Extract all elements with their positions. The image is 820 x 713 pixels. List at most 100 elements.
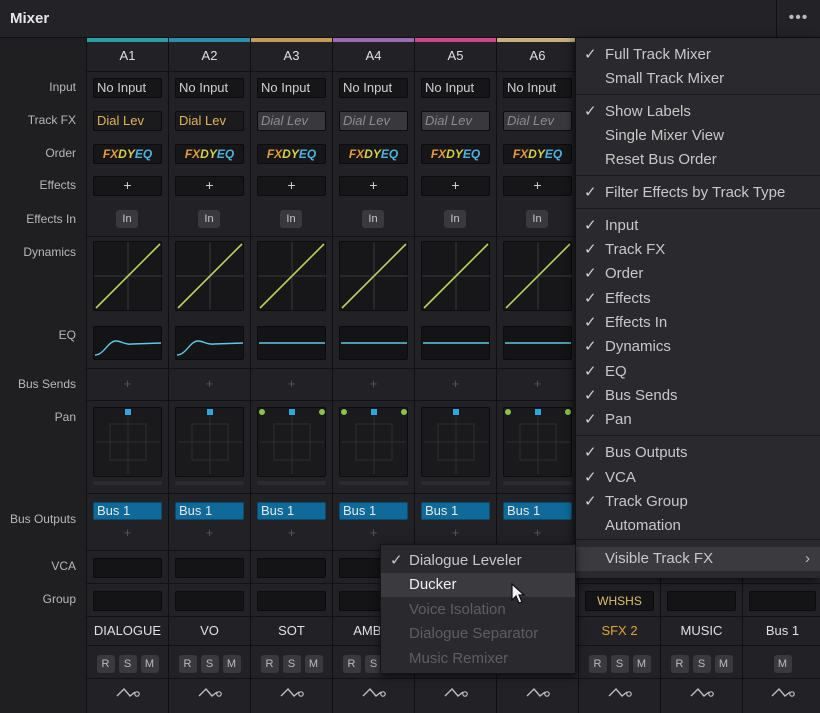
track-name-label[interactable]: SOT bbox=[251, 623, 332, 638]
add-bus-send-button[interactable]: + bbox=[87, 376, 168, 391]
track-fx-slot[interactable]: Dial Lev bbox=[175, 111, 244, 131]
menu-item[interactable]: ✓ Show Labels bbox=[576, 100, 820, 124]
add-bus-send-button[interactable]: + bbox=[497, 376, 578, 391]
dynamics-graph[interactable] bbox=[421, 241, 490, 311]
automation-icon[interactable] bbox=[87, 686, 168, 705]
track-fx-slot[interactable]: Dial Lev bbox=[503, 111, 572, 131]
mute-button[interactable]: M bbox=[632, 655, 651, 673]
processing-order-button[interactable]: FXDYEQ bbox=[93, 144, 162, 164]
pan-control[interactable] bbox=[421, 407, 490, 477]
vca-assign[interactable] bbox=[257, 558, 326, 578]
add-bus-output-button[interactable]: + bbox=[251, 525, 332, 540]
menu-item[interactable]: ✓ Pan bbox=[576, 408, 820, 432]
automation-icon[interactable] bbox=[333, 686, 414, 705]
menu-item[interactable]: ✓ Filter Effects by Track Type bbox=[576, 181, 820, 205]
bus-output-assign[interactable]: Bus 1 bbox=[257, 502, 326, 520]
menu-item[interactable]: ✓ Track Group bbox=[576, 490, 820, 514]
effects-in-button[interactable]: In bbox=[444, 210, 466, 228]
dynamics-graph[interactable] bbox=[503, 241, 572, 311]
track-group-assign[interactable] bbox=[175, 591, 244, 611]
effects-in-button[interactable]: In bbox=[198, 210, 220, 228]
add-bus-output-button[interactable]: + bbox=[415, 525, 496, 540]
menu-item[interactable]: ✓ Bus Outputs bbox=[576, 441, 820, 465]
dynamics-graph[interactable] bbox=[339, 241, 408, 311]
mute-button[interactable]: M bbox=[773, 655, 792, 673]
add-bus-send-button[interactable]: + bbox=[251, 376, 332, 391]
mute-button[interactable]: M bbox=[222, 655, 241, 673]
add-bus-send-button[interactable]: + bbox=[333, 376, 414, 391]
menu-item[interactable]: ✓ Effects In bbox=[576, 311, 820, 335]
processing-order-button[interactable]: FXDYEQ bbox=[257, 144, 326, 164]
processing-order-button[interactable]: FXDYEQ bbox=[503, 144, 572, 164]
menu-item[interactable]: ✓ Bus Sends bbox=[576, 384, 820, 408]
add-bus-output-button[interactable]: + bbox=[87, 525, 168, 540]
automation-icon[interactable] bbox=[169, 686, 250, 705]
menu-item[interactable]: Reset Bus Order bbox=[576, 148, 820, 172]
automation-icon[interactable] bbox=[579, 686, 660, 705]
automation-icon[interactable] bbox=[251, 686, 332, 705]
eq-graph[interactable] bbox=[421, 326, 490, 360]
pan-spread-bar[interactable] bbox=[93, 481, 162, 485]
bus-output-assign[interactable]: Bus 1 bbox=[503, 502, 572, 520]
mute-button[interactable]: M bbox=[140, 655, 159, 673]
solo-button[interactable]: S bbox=[118, 655, 137, 673]
input-select[interactable]: No Input bbox=[339, 78, 408, 98]
input-select[interactable]: No Input bbox=[421, 78, 490, 98]
eq-graph[interactable] bbox=[257, 326, 326, 360]
solo-button[interactable]: S bbox=[610, 655, 629, 673]
pan-control[interactable] bbox=[503, 407, 572, 477]
add-bus-output-button[interactable]: + bbox=[497, 525, 578, 540]
menu-item[interactable]: ✓ Track FX bbox=[576, 238, 820, 262]
input-select[interactable]: No Input bbox=[503, 78, 572, 98]
input-select[interactable]: No Input bbox=[175, 78, 244, 98]
add-effect-button[interactable]: + bbox=[339, 176, 408, 196]
effects-in-button[interactable]: In bbox=[362, 210, 384, 228]
add-bus-send-button[interactable]: + bbox=[415, 376, 496, 391]
eq-graph[interactable] bbox=[93, 326, 162, 360]
submenu-item[interactable]: ✓ Dialogue Leveler bbox=[381, 549, 575, 573]
solo-button[interactable]: S bbox=[282, 655, 301, 673]
effects-in-button[interactable]: In bbox=[116, 210, 138, 228]
track-group-assign[interactable] bbox=[257, 591, 326, 611]
add-effect-button[interactable]: + bbox=[93, 176, 162, 196]
add-effect-button[interactable]: + bbox=[503, 176, 572, 196]
more-options-icon[interactable]: ••• bbox=[776, 0, 820, 38]
solo-button[interactable]: S bbox=[692, 655, 711, 673]
track-fx-slot[interactable]: Dial Lev bbox=[93, 111, 162, 131]
record-button[interactable]: R bbox=[260, 655, 279, 673]
bus-output-assign[interactable]: Bus 1 bbox=[339, 502, 408, 520]
pan-spread-bar[interactable] bbox=[503, 481, 572, 485]
menu-item[interactable]: ✓ Order bbox=[576, 262, 820, 286]
track-group-assign[interactable]: WHSHS bbox=[585, 591, 654, 611]
pan-control[interactable] bbox=[257, 407, 326, 477]
add-effect-button[interactable]: + bbox=[257, 176, 326, 196]
dynamics-graph[interactable] bbox=[175, 241, 244, 311]
pan-control[interactable] bbox=[339, 407, 408, 477]
pan-spread-bar[interactable] bbox=[175, 481, 244, 485]
bus-output-assign[interactable]: Bus 1 bbox=[175, 502, 244, 520]
track-name-label[interactable]: VO bbox=[169, 623, 250, 638]
add-effect-button[interactable]: + bbox=[421, 176, 490, 196]
automation-icon[interactable] bbox=[661, 686, 742, 705]
menu-item[interactable]: ✓ EQ bbox=[576, 360, 820, 384]
record-button[interactable]: R bbox=[670, 655, 689, 673]
input-select[interactable]: No Input bbox=[93, 78, 162, 98]
pan-control[interactable] bbox=[93, 407, 162, 477]
dynamics-graph[interactable] bbox=[257, 241, 326, 311]
processing-order-button[interactable]: FXDYEQ bbox=[175, 144, 244, 164]
menu-item[interactable]: ✓ Effects bbox=[576, 287, 820, 311]
eq-graph[interactable] bbox=[339, 326, 408, 360]
menu-item[interactable]: Visible Track FX › bbox=[576, 547, 820, 571]
track-group-assign[interactable] bbox=[749, 591, 816, 611]
mute-button[interactable]: M bbox=[304, 655, 323, 673]
track-fx-slot[interactable]: Dial Lev bbox=[257, 111, 326, 131]
solo-button[interactable]: S bbox=[200, 655, 219, 673]
effects-in-button[interactable]: In bbox=[280, 210, 302, 228]
vca-assign[interactable] bbox=[93, 558, 162, 578]
track-name-label[interactable]: DIALOGUE bbox=[87, 623, 168, 638]
pan-spread-bar[interactable] bbox=[339, 481, 408, 485]
add-bus-output-button[interactable]: + bbox=[333, 525, 414, 540]
menu-item[interactable]: ✓ Input bbox=[576, 214, 820, 238]
track-group-assign[interactable] bbox=[93, 591, 162, 611]
menu-item[interactable]: Automation bbox=[576, 514, 820, 538]
